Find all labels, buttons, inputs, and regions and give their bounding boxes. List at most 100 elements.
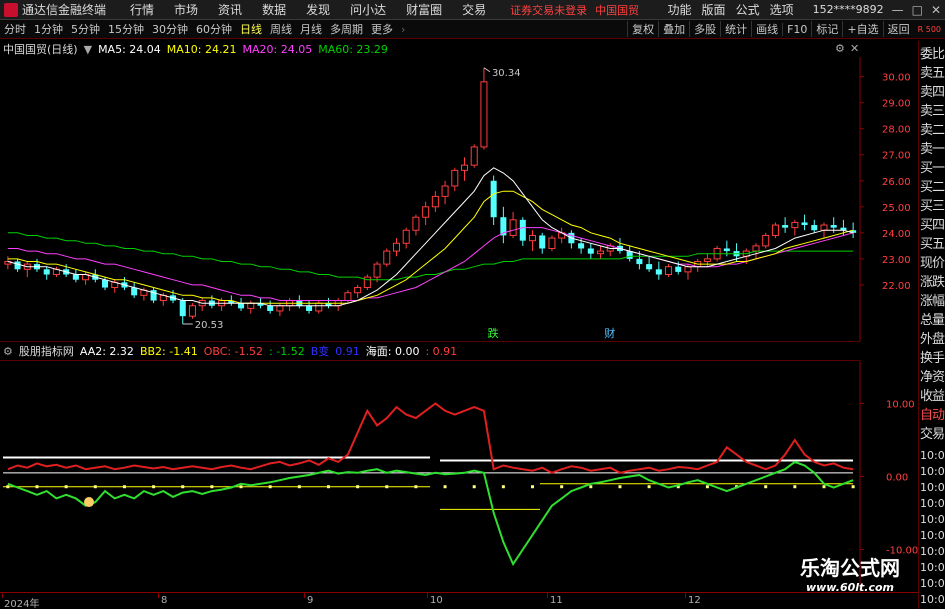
period-5min[interactable]: 5分钟	[71, 21, 100, 37]
side-sell4[interactable]: 卖四	[920, 83, 945, 102]
menu-gongneng[interactable]: 功能	[668, 1, 692, 18]
ma10-label: MA10: 24.21	[166, 42, 237, 56]
side-buy1[interactable]: 买一	[920, 159, 945, 178]
candle-body	[597, 250, 605, 255]
signal-dot	[122, 485, 126, 489]
stock-period-label: 中国国贸(日线)	[3, 43, 78, 56]
candle-body	[752, 245, 760, 252]
period-daily[interactable]: 日线	[240, 21, 262, 37]
ma20-label: MA20: 24.05	[242, 42, 313, 56]
legend-dropdown-icon[interactable]: ▼	[84, 43, 92, 56]
period-multi[interactable]: 多周期	[330, 21, 363, 37]
candle-body	[801, 222, 808, 226]
huaxian-button[interactable]: 画线	[751, 21, 782, 37]
menu-banmian[interactable]: 版面	[702, 1, 726, 18]
more-chevron-icon[interactable]: ›	[401, 23, 405, 36]
price-tick-label: 23.00	[882, 255, 911, 266]
indicator-bianhua-label: B变	[310, 345, 330, 358]
login-warning[interactable]: 证券交易未登录	[510, 2, 587, 18]
signal-dot	[618, 485, 622, 489]
side-weibi[interactable]: 委比	[920, 45, 945, 64]
biaoji-button[interactable]: 标记	[811, 21, 842, 37]
side-trade[interactable]: 交易	[920, 425, 945, 444]
main-settings-gear-icon[interactable]: ⚙	[835, 42, 845, 55]
candle-body	[539, 235, 546, 249]
period-1min[interactable]: 1分钟	[34, 21, 63, 37]
side-sell5[interactable]: 卖五	[920, 64, 945, 83]
signal-marker-icon	[84, 497, 94, 508]
candle-body	[723, 248, 730, 252]
close-icon[interactable]: ✕	[931, 3, 941, 17]
date-axis: 2024年 8 9 10 11 12	[0, 592, 918, 609]
signal-dot	[385, 485, 389, 489]
main-close-icon[interactable]: ✕	[850, 42, 859, 55]
side-sell1[interactable]: 卖一	[920, 140, 945, 159]
indicator-bb2: BB2: -1.41	[139, 344, 198, 358]
candle-body	[470, 146, 478, 166]
menu-gongshi[interactable]: 公式	[736, 1, 760, 18]
menu-hangqing[interactable]: 行情	[130, 1, 154, 18]
period-fenshi[interactable]: 分时	[4, 21, 26, 37]
candle-body	[830, 225, 837, 228]
menu-wenxiaoda[interactable]: 问小达	[350, 1, 386, 18]
period-weekly[interactable]: 周线	[270, 21, 292, 37]
user-phone[interactable]: 152****9892	[813, 3, 884, 16]
candle-body	[529, 234, 537, 242]
period-more[interactable]: 更多	[371, 21, 393, 37]
side-auto[interactable]: 自动	[920, 406, 945, 425]
signal-dot	[851, 485, 855, 489]
signal-dot	[35, 485, 39, 489]
menu-shuju[interactable]: 数据	[262, 1, 286, 18]
high-annotation: 30.34	[492, 68, 521, 79]
signal-dot	[356, 485, 360, 489]
side-buy5[interactable]: 买五	[920, 235, 945, 254]
signal-dot	[443, 485, 447, 489]
f10-button[interactable]: F10	[782, 22, 811, 36]
menu-jiaoyi[interactable]: 交易	[462, 1, 486, 18]
menu-zixun[interactable]: 资讯	[218, 1, 242, 18]
menu-faxian[interactable]: 发现	[306, 1, 330, 18]
candle-body	[373, 263, 381, 278]
menu-shichang[interactable]: 市场	[174, 1, 198, 18]
period-30min[interactable]: 30分钟	[152, 21, 188, 37]
signal-dot	[793, 485, 797, 489]
candlestick-chart[interactable]: 30.00 29.00 28.00 27.00 26.00 25.00 24.00 23.00…	[0, 57, 918, 341]
maximize-icon[interactable]: □	[912, 3, 923, 17]
signal-dot	[239, 485, 243, 489]
side-buy3[interactable]: 买三	[920, 197, 945, 216]
side-buy2[interactable]: 买二	[920, 178, 945, 197]
menu-caifuquan[interactable]: 财富圈	[406, 1, 442, 18]
indicator-gear-icon[interactable]: ⚙	[3, 345, 13, 358]
side-outer: 外盘	[920, 332, 945, 347]
candle-body	[655, 269, 662, 275]
minimize-icon[interactable]: —	[892, 3, 904, 17]
diejia-button[interactable]: 叠加	[658, 21, 689, 37]
period-monthly[interactable]: 月线	[300, 21, 322, 37]
side-sell3[interactable]: 卖三	[920, 102, 945, 121]
candle-body	[675, 266, 682, 272]
candle-body	[188, 305, 196, 317]
indicator-legend: ⚙ 股朋指标网 AA2: 2.32 BB2: -1.41 OBC: -1.52 …	[0, 341, 860, 361]
candle-body	[703, 258, 711, 262]
period-60min[interactable]: 60分钟	[196, 21, 232, 37]
app-title: 通达信金融终端	[22, 3, 107, 17]
ma60-label: MA60: 23.29	[318, 42, 388, 56]
side-change: 涨跌	[920, 275, 945, 290]
candle-body	[519, 219, 526, 241]
signal-dot	[647, 485, 651, 489]
title-bar: 通达信金融终端 行情 市场 资讯 数据 发现 问小达 财富圈 交易 证券交易未登…	[0, 0, 945, 20]
tongji-button[interactable]: 统计	[720, 21, 751, 37]
fuquan-button[interactable]: 复权	[627, 21, 658, 37]
side-buy4[interactable]: 买四	[920, 216, 945, 235]
period-15min[interactable]: 15分钟	[108, 21, 144, 37]
duogu-button[interactable]: 多股	[689, 21, 720, 37]
menu-xuanxiang[interactable]: 选项	[770, 1, 794, 18]
side-sell2[interactable]: 卖二	[920, 121, 945, 140]
indicator-chart[interactable]: 10.000.00-10.00	[0, 361, 918, 592]
date-label-aug: 8	[161, 595, 168, 606]
add-watchlist-button[interactable]: +自选	[842, 21, 882, 37]
indicator-name[interactable]: 股朋指标网	[19, 343, 74, 359]
indicator-last: : 0.91	[425, 344, 458, 358]
ma5-label: MA5: 24.04	[98, 42, 161, 56]
back-button[interactable]: 返回	[882, 21, 914, 37]
